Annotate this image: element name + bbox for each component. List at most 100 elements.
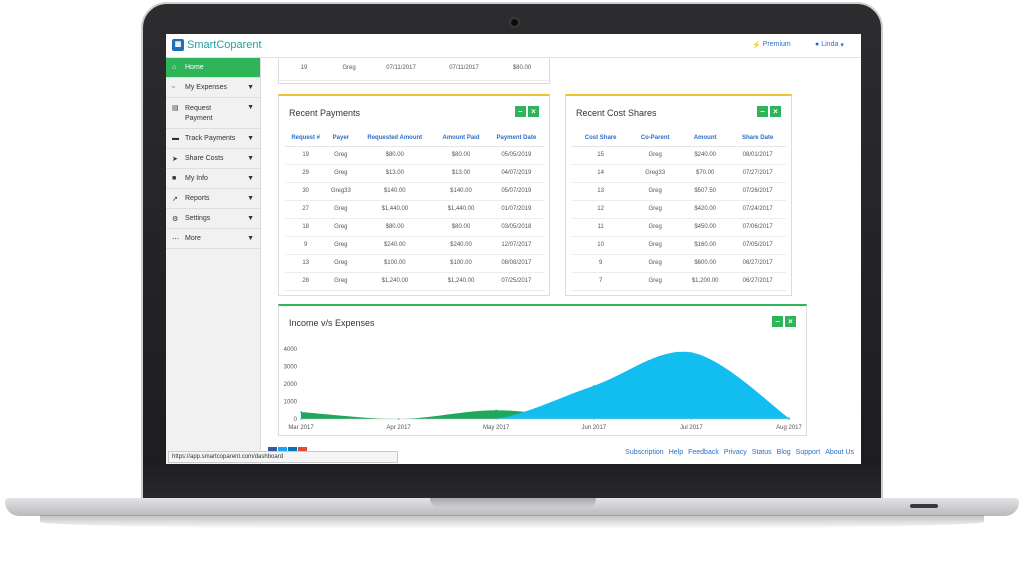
table-row[interactable]: 10 Greg $160.00 07/05/2017 xyxy=(572,236,786,255)
caret-down-icon: ▼ xyxy=(247,215,254,222)
logo-icon: ▦ xyxy=(172,39,184,51)
data-point[interactable] xyxy=(495,409,497,412)
table-cell: $100.00 xyxy=(355,254,435,273)
top-bar: ▦ SmartCoparent ⚡ Premium ● Linda ▾ xyxy=(166,34,861,58)
data-point[interactable] xyxy=(593,384,595,387)
table-row[interactable]: 9 Greg $240.00 $240.00 12/07/2017 xyxy=(285,236,545,255)
laptop-shadow xyxy=(40,515,984,529)
table-cell: 07/11/2017 xyxy=(369,58,433,81)
table-cell: 7 xyxy=(572,272,630,291)
column-header[interactable]: Amount xyxy=(681,130,730,147)
panel-controls: – × xyxy=(757,106,781,117)
table-row[interactable]: 28 Greg $1,240.00 $1,240.00 07/25/2017 xyxy=(285,272,545,291)
table-row[interactable]: 30 Greg33 $140.00 $140.00 05/07/2019 xyxy=(285,182,545,201)
column-header[interactable]: Payer xyxy=(326,130,356,147)
user-menu[interactable]: ● Linda ▾ xyxy=(815,41,844,49)
table-cell: Greg xyxy=(326,272,356,291)
sidebar-item-label: Reports xyxy=(185,195,210,202)
sidebar-item-reports[interactable]: ↗ Reports ▼ xyxy=(166,189,260,209)
table-cell: 08/08/2017 xyxy=(487,254,545,273)
close-button[interactable]: × xyxy=(770,106,781,117)
panel-title: Recent Cost Shares xyxy=(576,108,657,118)
minimize-button[interactable]: – xyxy=(515,106,526,117)
y-tick-label: 2000 xyxy=(284,382,298,388)
table-cell: 30 xyxy=(285,182,327,201)
table-cell: $240.00 xyxy=(434,236,488,255)
table-cell: 05/05/2019 xyxy=(487,146,545,165)
data-point[interactable] xyxy=(300,411,302,413)
table-cell: Greg xyxy=(629,272,682,291)
column-header[interactable]: Co-Parent xyxy=(629,130,682,147)
sidebar-item-more[interactable]: ⋯ More ▼ xyxy=(166,229,260,249)
footer-link-about-us[interactable]: About Us xyxy=(825,449,854,456)
sidebar-item-request-payment[interactable]: ▤ Request Payment ▼ xyxy=(166,98,260,129)
minimize-button[interactable]: – xyxy=(757,106,768,117)
facebook-icon[interactable] xyxy=(268,447,277,451)
column-header[interactable]: Requested Amount xyxy=(355,130,435,147)
table-row[interactable]: 12 Greg $420.00 07/24/2017 xyxy=(572,200,786,219)
data-point[interactable] xyxy=(788,417,790,419)
footer-link-blog[interactable]: Blog xyxy=(777,449,791,456)
table-cell: 14 xyxy=(572,164,630,183)
table-cell: 12/07/2017 xyxy=(487,236,545,255)
column-header[interactable]: Cost Share xyxy=(572,130,630,147)
app-screen: ▦ SmartCoparent ⚡ Premium ● Linda ▾ ⌂ Ho… xyxy=(166,34,861,464)
sidebar-item-settings[interactable]: ⚙ Settings ▼ xyxy=(166,209,260,229)
column-header[interactable]: Amount Paid xyxy=(434,130,488,147)
ellipsis-icon: ⋯ xyxy=(172,236,179,243)
table-row[interactable]: 29 Greg $13.00 $13.00 04/07/2019 xyxy=(285,164,545,183)
panel-title: Recent Payments xyxy=(289,108,361,118)
income-expenses-chart: 4000 3000 2000 1000 0 Mar 2017 Apr 2017 May 201… xyxy=(284,347,803,431)
area-series-1[interactable] xyxy=(301,351,789,419)
table-row[interactable]: 19 Greg $80.00 $80.00 05/05/2019 xyxy=(285,146,545,165)
premium-link[interactable]: ⚡ Premium xyxy=(752,41,791,49)
table-row[interactable]: 18 Greg $80.00 $80.00 03/05/2018 xyxy=(285,218,545,237)
footer-link-help[interactable]: Help xyxy=(669,449,683,456)
caret-down-icon: ▼ xyxy=(247,155,254,162)
table-row[interactable]: 7 Greg $1,200.00 06/27/2017 xyxy=(572,272,786,291)
sidebar-item-label: More xyxy=(185,235,201,242)
table-row[interactable]: 27 Greg $1,440.00 $1,440.00 01/07/2019 xyxy=(285,200,545,219)
sidebar-item-label: Track Payments xyxy=(185,135,236,142)
table-row[interactable]: 11 Greg $450.00 07/06/2017 xyxy=(572,218,786,237)
footer-link-privacy[interactable]: Privacy xyxy=(724,449,747,456)
x-tick-label: Jun 2017 xyxy=(581,425,606,431)
footer-link-subscription[interactable]: Subscription xyxy=(625,449,664,456)
home-icon: ⌂ xyxy=(172,64,177,71)
sidebar-item-my-info[interactable]: ■ My Info ▼ xyxy=(166,169,260,189)
footer-link-feedback[interactable]: Feedback xyxy=(688,449,719,456)
table-row[interactable]: 15 Greg $240.00 08/01/2017 xyxy=(572,146,786,165)
table-cell: $240.00 xyxy=(681,146,730,165)
table-row[interactable]: 14 Greg33 $70.00 07/27/2017 xyxy=(572,164,786,183)
y-tick-label: 4000 xyxy=(284,347,298,353)
table-cell: Greg xyxy=(629,218,682,237)
table-row[interactable]: 13 Greg $507.50 07/26/2017 xyxy=(572,182,786,201)
footer-link-support[interactable]: Support xyxy=(796,449,821,456)
table-row[interactable]: 9 Greg $600.00 06/27/2017 xyxy=(572,254,786,273)
twitter-icon[interactable] xyxy=(278,447,287,451)
caret-down-icon: ▼ xyxy=(247,135,254,142)
linkedin-icon[interactable] xyxy=(288,447,297,451)
table-row[interactable]: 13 Greg $100.00 $100.00 08/08/2017 xyxy=(285,254,545,273)
table-cell: 07/24/2017 xyxy=(729,200,786,219)
table-cell: 08/01/2017 xyxy=(729,146,786,165)
data-point[interactable] xyxy=(690,351,693,354)
google-plus-icon[interactable] xyxy=(298,447,307,451)
close-button[interactable]: × xyxy=(528,106,539,117)
column-header[interactable]: Request # xyxy=(285,130,327,147)
table-cell: 11 xyxy=(572,218,630,237)
footer-link-status[interactable]: Status xyxy=(752,449,772,456)
table-cell: 13 xyxy=(285,254,327,273)
sidebar-item-home[interactable]: ⌂ Home xyxy=(166,58,260,78)
premium-label: Premium xyxy=(762,41,791,48)
sidebar-item-share-costs[interactable]: ➤ Share Costs ▼ xyxy=(166,149,260,169)
column-header[interactable]: Share Date xyxy=(729,130,786,147)
sidebar-item-label: Request Payment xyxy=(185,105,213,122)
column-header[interactable]: Payment Date xyxy=(487,130,545,147)
app-logo[interactable]: ▦ SmartCoparent xyxy=(172,39,262,51)
chevron-down-icon: ▾ xyxy=(840,42,844,49)
sidebar-item-track-payments[interactable]: ▬ Track Payments ▼ xyxy=(166,129,260,149)
table-cell: 18 xyxy=(285,218,327,237)
sidebar-item-my-expenses[interactable]: ▫ My Expenses ▼ xyxy=(166,78,260,98)
table-row[interactable]: 19 Greg 07/11/2017 07/11/2017 $80.00 xyxy=(279,58,549,81)
